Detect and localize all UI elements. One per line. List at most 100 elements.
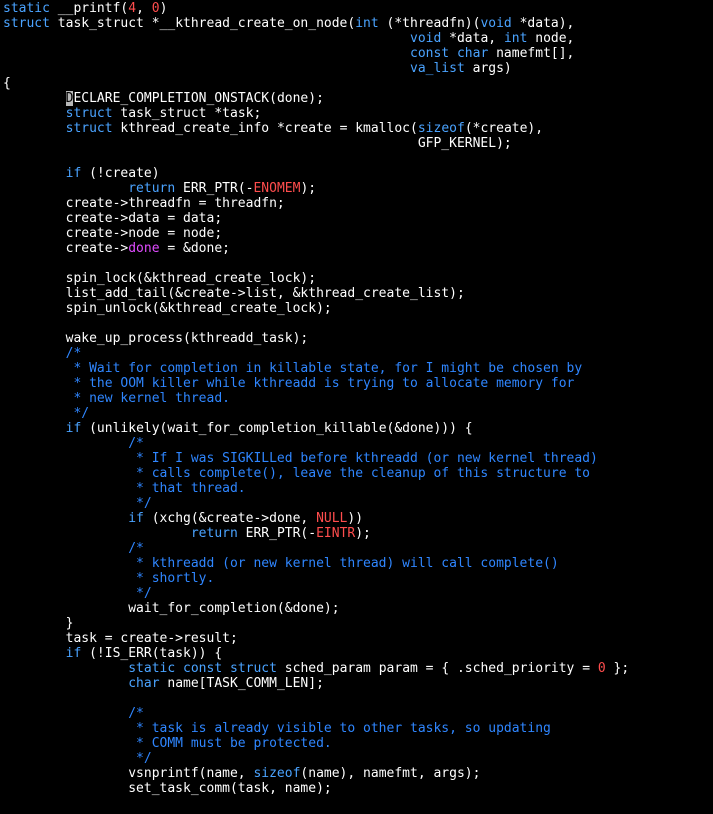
type-token: void <box>480 16 512 31</box>
code-token: (xchg(&create->done, <box>143 511 317 526</box>
code-token: task_struct *__kthread_create_on_node( <box>49 16 356 31</box>
number-token: 0 <box>151 1 160 16</box>
code-token: sched_param param = { .sched_priority = <box>276 661 598 676</box>
code-line: const char namefmt[], <box>3 46 713 61</box>
keyword-token: if <box>65 421 82 436</box>
code-line: * If I was SIGKILLed before kthreadd (or… <box>3 451 713 466</box>
code-line: create->data = data; <box>3 211 713 226</box>
code-token: ERR_PTR(- <box>175 181 254 196</box>
code-line: if (!create) <box>3 166 713 181</box>
code-token: ERR_PTR(- <box>237 526 317 541</box>
comment-token: * shortly. <box>3 571 215 586</box>
code-token: create->data = data; <box>3 211 223 226</box>
code-line: * the OOM killer while kthreadd is tryin… <box>3 376 713 391</box>
code-line: struct kthread_create_info *create = kma… <box>3 121 713 136</box>
code-line: void *data, int node, <box>3 31 713 46</box>
code-token: *data), <box>511 16 575 31</box>
keyword-token: return <box>128 181 176 196</box>
comment-token: * If I was SIGKILLed before kthreadd (or… <box>3 451 598 466</box>
code-token: spin_lock(&kthread_create_lock); <box>3 271 317 286</box>
code-token: (name), namefmt, args); <box>300 766 481 781</box>
code-token: create->threadfn = threadfn; <box>3 196 285 211</box>
code-line: static __printf(4, 0) <box>3 1 713 16</box>
code-line: * new kernel thread. <box>3 391 713 406</box>
keyword-token: static <box>3 1 50 16</box>
code-token: (!IS_ERR(task)) { <box>81 646 223 661</box>
code-token: create->node = node; <box>3 226 223 241</box>
code-line: spin_unlock(&kthread_create_lock); <box>3 301 713 316</box>
code-token: wake_up_process(kthreadd_task); <box>3 331 309 346</box>
comment-token: */ <box>3 406 90 421</box>
code-line: return ERR_PTR(-ENOMEM); <box>3 181 713 196</box>
code-token: __printf( <box>49 1 129 16</box>
comment-token: * new kernel thread. <box>3 391 230 406</box>
code-line: if (!IS_ERR(task)) { <box>3 646 713 661</box>
code-token: = &done; <box>159 241 230 256</box>
comment-token: * calls complete(), leave the cleanup of… <box>3 466 590 481</box>
code-token: vsnprintf(name, <box>3 766 254 781</box>
code-token: , <box>136 1 152 16</box>
type-token: va_list <box>410 61 465 76</box>
code-line: struct task_struct *__kthread_create_on_… <box>3 16 713 31</box>
comment-token: * task is already visible to other tasks… <box>3 721 551 736</box>
comment-token: * COMM must be protected. <box>3 736 332 751</box>
keyword-token: const <box>410 46 450 61</box>
member-token: done <box>128 241 160 256</box>
code-token: args) <box>464 61 512 76</box>
code-line: * task is already visible to other tasks… <box>3 721 713 736</box>
comment-token: /* <box>3 436 144 451</box>
comment-token: * kthreadd (or new kernel thread) will c… <box>3 556 559 571</box>
code-line: /* <box>3 436 713 451</box>
keyword-token: struct <box>3 16 50 31</box>
code-line: if (unlikely(wait_for_completion_killabl… <box>3 421 713 436</box>
code-line: list_add_tail(&create->list, &kthread_cr… <box>3 286 713 301</box>
code-line: * shortly. <box>3 571 713 586</box>
keyword-token: if <box>65 646 82 661</box>
keyword-token: struct <box>65 121 113 136</box>
code-token: )) <box>347 511 364 526</box>
keyword-token: struct <box>230 661 277 676</box>
keyword-token: sizeof <box>253 766 301 781</box>
type-token: int <box>503 31 528 46</box>
code-line: * calls complete(), leave the cleanup of… <box>3 466 713 481</box>
code-line: char name[TASK_COMM_LEN]; <box>3 676 713 691</box>
comment-token: * the OOM killer while kthreadd is tryin… <box>3 376 575 391</box>
keyword-token: if <box>128 511 144 526</box>
type-token: int <box>355 16 379 31</box>
comment-token: */ <box>3 496 152 511</box>
code-token: ); <box>300 181 317 196</box>
type-token: char <box>456 46 489 61</box>
code-token: list_add_tail(&create->list, &kthread_cr… <box>3 286 465 301</box>
code-line: */ <box>3 751 713 766</box>
code-line: } <box>3 616 713 631</box>
code-token: (!create) <box>81 166 160 181</box>
code-token: ECLARE_COMPLETION_ONSTACK(done); <box>73 91 324 106</box>
code-line: vsnprintf(name, sizeof(name), namefmt, a… <box>3 766 713 781</box>
type-token: void <box>410 31 442 46</box>
code-editor[interactable]: static __printf(4, 0) struct task_struct … <box>3 1 713 813</box>
code-line: */ <box>3 496 713 511</box>
code-line: * COMM must be protected. <box>3 736 713 751</box>
constant-token: EINTR <box>316 526 356 541</box>
code-token: (*threadfn)( <box>378 16 481 31</box>
code-token: ); <box>355 526 371 541</box>
keyword-token: if <box>65 166 82 181</box>
code-token: task_struct *task; <box>112 106 262 121</box>
constant-token: ENOMEM <box>253 181 301 196</box>
comment-token: */ <box>3 751 152 766</box>
code-line: task = create->result; <box>3 631 713 646</box>
